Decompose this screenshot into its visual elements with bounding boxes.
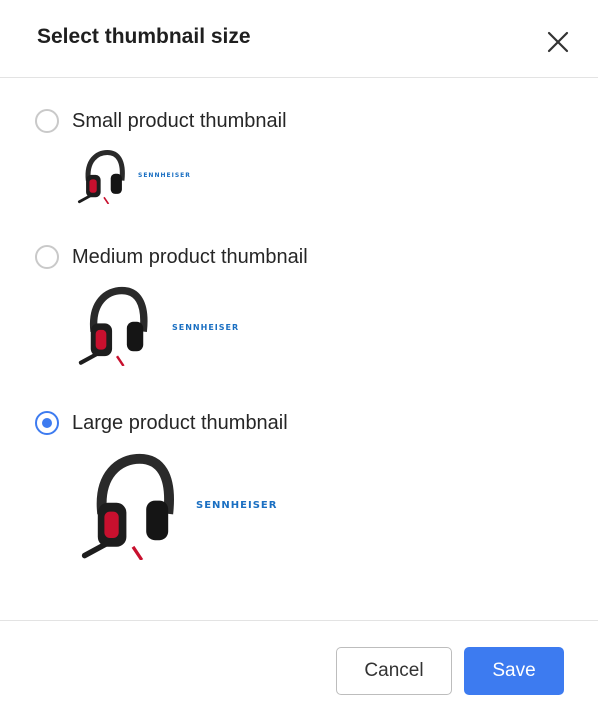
brand-logo-large: SENNHEISER [196,500,278,511]
dialog-title: Select thumbnail size [37,25,251,48]
option-label-large: Large product thumbnail [72,412,288,434]
headset-thumbnail-medium [78,286,148,366]
save-button[interactable]: Save [464,647,564,695]
radio-small[interactable] [35,109,59,133]
headset-thumbnail-large [81,453,174,560]
radio-large[interactable] [35,411,59,435]
dialog-header: Select thumbnail size [0,0,598,78]
option-label-small: Small product thumbnail [72,110,287,132]
brand-logo-small: SENNHEISER [138,172,191,179]
option-label-medium: Medium product thumbnail [72,246,308,268]
cancel-button[interactable]: Cancel [336,647,452,695]
radio-medium[interactable] [35,245,59,269]
radio-selected-dot [42,418,52,428]
dialog-footer: Cancel Save [0,620,598,716]
brand-logo-medium: SENNHEISER [172,323,240,332]
close-icon[interactable] [544,28,572,56]
thumbnail-size-dialog: Select thumbnail size Small product thum… [0,0,598,716]
headset-thumbnail-small [77,149,125,204]
